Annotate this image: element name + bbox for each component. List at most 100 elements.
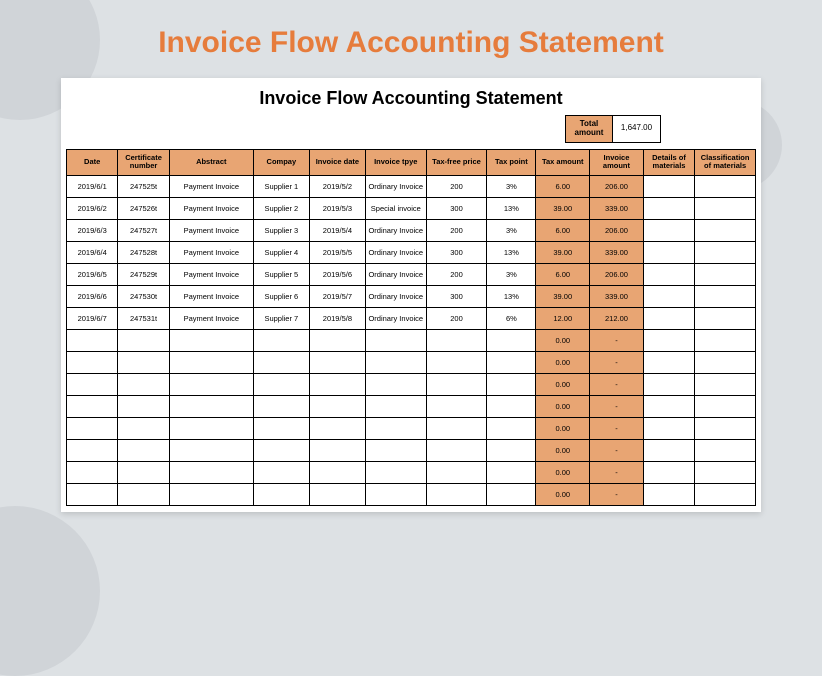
cell-invoice-amount[interactable]: - — [590, 483, 644, 505]
cell-tax-point[interactable]: 13% — [487, 285, 536, 307]
cell-company[interactable] — [253, 395, 309, 417]
cell-tax-amount[interactable]: 39.00 — [536, 241, 590, 263]
cell-tax-point[interactable] — [487, 461, 536, 483]
cell-company[interactable]: Supplier 5 — [253, 263, 309, 285]
cell-tax-free-price[interactable]: 200 — [426, 307, 487, 329]
cell-company[interactable] — [253, 439, 309, 461]
cell-certificate[interactable] — [118, 329, 169, 351]
cell-details[interactable] — [643, 351, 694, 373]
cell-abstract[interactable]: Payment Invoice — [169, 175, 253, 197]
cell-classification[interactable] — [695, 285, 756, 307]
cell-date[interactable] — [67, 329, 118, 351]
cell-invoice-amount[interactable]: - — [590, 329, 644, 351]
cell-invoice-date[interactable] — [309, 351, 365, 373]
cell-certificate[interactable]: 247525t — [118, 175, 169, 197]
cell-company[interactable]: Supplier 3 — [253, 219, 309, 241]
cell-details[interactable] — [643, 263, 694, 285]
cell-invoice-type[interactable] — [365, 329, 426, 351]
cell-details[interactable] — [643, 307, 694, 329]
cell-date[interactable]: 2019/6/5 — [67, 263, 118, 285]
cell-date[interactable] — [67, 417, 118, 439]
cell-invoice-date[interactable]: 2019/5/5 — [309, 241, 365, 263]
cell-invoice-date[interactable] — [309, 439, 365, 461]
cell-tax-amount[interactable]: 0.00 — [536, 461, 590, 483]
cell-classification[interactable] — [695, 395, 756, 417]
cell-abstract[interactable] — [169, 417, 253, 439]
cell-abstract[interactable] — [169, 351, 253, 373]
cell-date[interactable]: 2019/6/1 — [67, 175, 118, 197]
cell-invoice-amount[interactable]: 339.00 — [590, 285, 644, 307]
cell-invoice-date[interactable] — [309, 373, 365, 395]
cell-tax-point[interactable] — [487, 395, 536, 417]
cell-invoice-amount[interactable]: - — [590, 439, 644, 461]
cell-date[interactable]: 2019/6/3 — [67, 219, 118, 241]
cell-invoice-amount[interactable]: - — [590, 417, 644, 439]
cell-certificate[interactable]: 247531t — [118, 307, 169, 329]
cell-invoice-amount[interactable]: 339.00 — [590, 241, 644, 263]
cell-tax-free-price[interactable] — [426, 329, 487, 351]
cell-details[interactable] — [643, 285, 694, 307]
cell-invoice-type[interactable] — [365, 351, 426, 373]
cell-date[interactable] — [67, 395, 118, 417]
cell-abstract[interactable]: Payment Invoice — [169, 307, 253, 329]
cell-date[interactable] — [67, 351, 118, 373]
cell-certificate[interactable] — [118, 395, 169, 417]
cell-classification[interactable] — [695, 461, 756, 483]
cell-details[interactable] — [643, 373, 694, 395]
cell-invoice-type[interactable] — [365, 461, 426, 483]
cell-tax-amount[interactable]: 0.00 — [536, 483, 590, 505]
cell-details[interactable] — [643, 219, 694, 241]
cell-details[interactable] — [643, 175, 694, 197]
cell-tax-point[interactable] — [487, 351, 536, 373]
cell-tax-amount[interactable]: 0.00 — [536, 373, 590, 395]
cell-tax-amount[interactable]: 6.00 — [536, 175, 590, 197]
cell-company[interactable] — [253, 483, 309, 505]
cell-invoice-amount[interactable]: - — [590, 351, 644, 373]
cell-invoice-type[interactable] — [365, 373, 426, 395]
cell-details[interactable] — [643, 483, 694, 505]
cell-invoice-date[interactable]: 2019/5/2 — [309, 175, 365, 197]
cell-tax-point[interactable] — [487, 417, 536, 439]
cell-details[interactable] — [643, 197, 694, 219]
cell-tax-free-price[interactable]: 200 — [426, 219, 487, 241]
cell-tax-amount[interactable]: 39.00 — [536, 197, 590, 219]
cell-abstract[interactable]: Payment Invoice — [169, 263, 253, 285]
cell-tax-amount[interactable]: 0.00 — [536, 395, 590, 417]
cell-invoice-date[interactable]: 2019/5/4 — [309, 219, 365, 241]
cell-details[interactable] — [643, 461, 694, 483]
cell-date[interactable] — [67, 373, 118, 395]
cell-tax-free-price[interactable]: 200 — [426, 175, 487, 197]
cell-abstract[interactable] — [169, 373, 253, 395]
cell-details[interactable] — [643, 241, 694, 263]
cell-tax-free-price[interactable] — [426, 351, 487, 373]
cell-abstract[interactable]: Payment Invoice — [169, 241, 253, 263]
cell-abstract[interactable]: Payment Invoice — [169, 219, 253, 241]
cell-certificate[interactable]: 247530t — [118, 285, 169, 307]
cell-company[interactable]: Supplier 7 — [253, 307, 309, 329]
cell-invoice-amount[interactable]: 206.00 — [590, 263, 644, 285]
cell-classification[interactable] — [695, 307, 756, 329]
cell-invoice-date[interactable] — [309, 461, 365, 483]
cell-company[interactable] — [253, 373, 309, 395]
cell-company[interactable] — [253, 329, 309, 351]
cell-tax-free-price[interactable] — [426, 373, 487, 395]
cell-tax-amount[interactable]: 39.00 — [536, 285, 590, 307]
cell-invoice-amount[interactable]: 212.00 — [590, 307, 644, 329]
cell-certificate[interactable] — [118, 417, 169, 439]
cell-tax-free-price[interactable]: 300 — [426, 197, 487, 219]
cell-tax-point[interactable]: 6% — [487, 307, 536, 329]
cell-invoice-amount[interactable]: - — [590, 461, 644, 483]
cell-tax-point[interactable]: 3% — [487, 175, 536, 197]
cell-tax-point[interactable] — [487, 373, 536, 395]
cell-tax-free-price[interactable]: 300 — [426, 285, 487, 307]
cell-abstract[interactable] — [169, 461, 253, 483]
cell-details[interactable] — [643, 417, 694, 439]
cell-tax-free-price[interactable] — [426, 439, 487, 461]
cell-classification[interactable] — [695, 197, 756, 219]
cell-tax-free-price[interactable] — [426, 483, 487, 505]
cell-details[interactable] — [643, 329, 694, 351]
cell-certificate[interactable]: 247529t — [118, 263, 169, 285]
cell-certificate[interactable] — [118, 483, 169, 505]
cell-tax-point[interactable]: 3% — [487, 263, 536, 285]
cell-invoice-amount[interactable]: - — [590, 373, 644, 395]
